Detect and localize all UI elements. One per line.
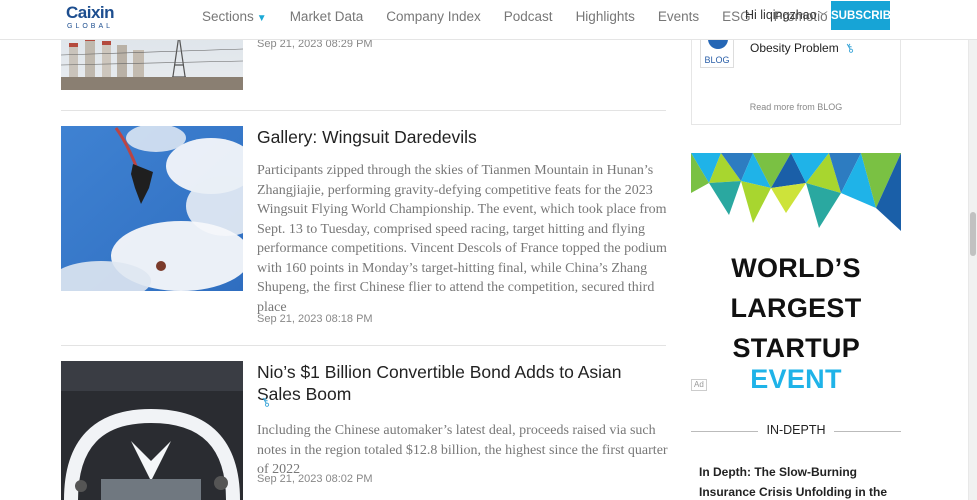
indepth-heading: IN-DEPTH xyxy=(766,423,826,437)
indepth-article-link[interactable]: In Depth: The Slow-Burning Insurance Cri… xyxy=(699,462,899,500)
ad-badge: Ad xyxy=(691,379,707,391)
logo-wordmark: Caixin xyxy=(66,3,115,22)
nav-highlights[interactable]: Highlights xyxy=(576,9,635,24)
divider xyxy=(61,345,666,346)
premium-key-icon: ⚷ xyxy=(258,393,273,411)
page-scrollbar[interactable] xyxy=(968,0,977,500)
premium-key-icon: ⚷ xyxy=(842,39,857,57)
blog-post-title-text: Obesity Problem xyxy=(750,41,839,55)
nav-sections-label: Sections xyxy=(202,8,254,24)
ad-line-3-b: EVENT xyxy=(750,364,842,394)
nav-market-data[interactable]: Market Data xyxy=(290,9,364,24)
article-title[interactable]: Gallery: Wingsuit Daredevils xyxy=(257,126,667,148)
article-summary: Participants zipped through the skies of… xyxy=(257,163,667,315)
logo-subtitle: GLOBAL xyxy=(67,23,114,30)
scrollbar-thumb[interactable] xyxy=(970,212,976,256)
article-thumbnail[interactable] xyxy=(61,126,243,291)
main-nav: Sections ▼ Market Data Company Index Podc… xyxy=(202,0,828,32)
nav-company-index[interactable]: Company Index xyxy=(386,9,481,24)
article-item: Nio’s $1 Billion Convertible Bond Adds t… xyxy=(61,361,668,500)
article-timestamp: Sep 21, 2023 08:18 PM xyxy=(257,313,373,325)
caixin-logo[interactable]: Caixin GLOBAL xyxy=(66,3,115,35)
blog-widget: BLOG Obesity Problem ⚷ Read more from BL… xyxy=(691,30,901,125)
article-item: Gallery: Wingsuit Daredevils Participant… xyxy=(61,126,667,336)
ad-graphic xyxy=(691,153,901,231)
site-header: Caixin GLOBAL Sections ▼ Market Data Comp… xyxy=(0,0,977,40)
blog-post-title[interactable]: Obesity Problem ⚷ xyxy=(750,39,857,57)
article-summary: Including the Chinese automaker’s latest… xyxy=(257,423,668,477)
chevron-down-icon: ﹀ xyxy=(818,11,828,21)
article-thumbnail[interactable] xyxy=(61,361,243,500)
subscribe-button[interactable]: SUBSCRIBE xyxy=(831,1,899,30)
nav-podcast[interactable]: Podcast xyxy=(504,9,553,24)
divider xyxy=(834,431,901,432)
article-timestamp: Sep 21, 2023 08:02 PM xyxy=(257,473,373,485)
ad-line-3-a: STARTUP xyxy=(732,333,860,363)
read-more-link[interactable]: Read more from BLOG xyxy=(692,102,900,112)
advertisement-banner[interactable]: WORLD’S LARGEST STARTUP EVENT xyxy=(691,153,901,394)
nav-sections[interactable]: Sections ▼ xyxy=(202,9,267,24)
user-menu[interactable]: Hi liqingzhao ﹀ xyxy=(745,8,828,22)
caret-down-icon: ▼ xyxy=(256,12,267,24)
ad-line-3: STARTUP EVENT xyxy=(691,333,901,395)
blog-avatar-label: BLOG xyxy=(704,55,730,65)
user-greeting: Hi liqingzhao xyxy=(745,8,817,22)
ad-line-2: LARGEST xyxy=(730,293,862,323)
ad-line-1: WORLD’S xyxy=(731,253,861,283)
indepth-widget: IN-DEPTH In Depth: The Slow-Burning Insu… xyxy=(691,418,901,500)
article-title[interactable]: Nio’s $1 Billion Convertible Bond Adds t… xyxy=(257,361,667,405)
nav-events[interactable]: Events xyxy=(658,9,699,24)
divider xyxy=(61,110,666,111)
